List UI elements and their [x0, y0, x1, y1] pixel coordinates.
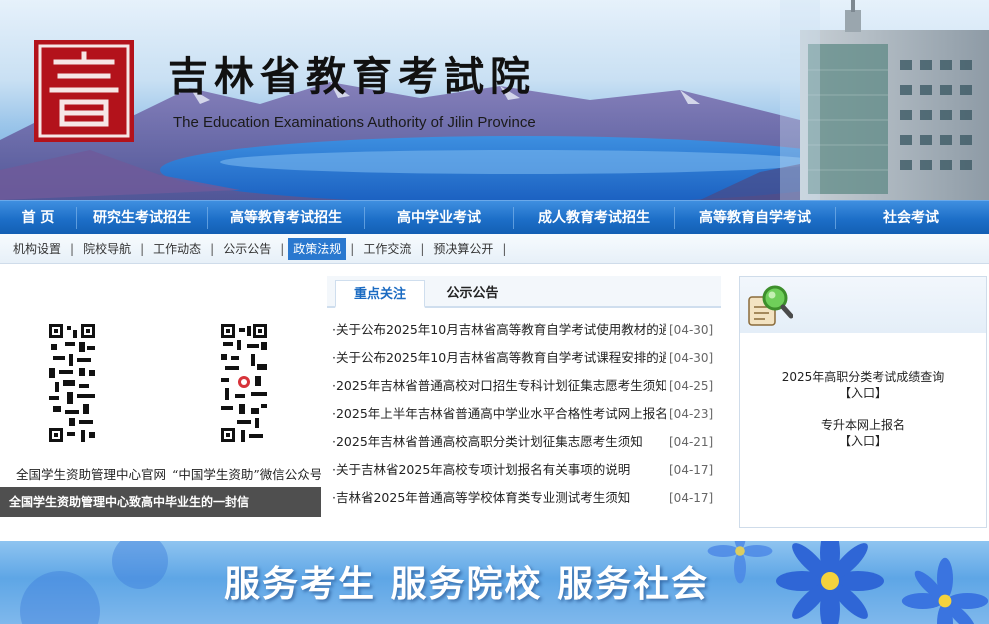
- nav-higher-education-exam[interactable]: 高等教育考试招生: [208, 201, 364, 235]
- news-date: [04-17]: [669, 463, 714, 477]
- news-tabs: 重点关注 公示公告: [327, 276, 721, 308]
- qr-left-caption: 全国学生资助管理中心官网: [16, 467, 167, 482]
- main-navigation: 首 页 研究生考试招生 高等教育考试招生 高中学业考试 成人教育考试招生 高等教…: [0, 200, 989, 234]
- flower-icon: [776, 541, 884, 624]
- magnifier-document-icon: [748, 285, 793, 326]
- news-title[interactable]: ·关于公布2025年10月吉林省高等教育自学考试课程安排的通知: [332, 344, 666, 372]
- list-item[interactable]: ·吉林省2025年普通高等学校体育类专业测试考生须知 [04-17]: [327, 484, 721, 512]
- header-banner: 吉林省教育考試院 The Education Examinations Auth…: [0, 0, 989, 200]
- upgrade-registration-title[interactable]: 专升本网上报名: [821, 418, 905, 432]
- nav-home[interactable]: 首 页: [0, 201, 76, 235]
- news-date: [04-30]: [669, 351, 714, 365]
- sub-nav-work-exchange[interactable]: 工作交流: [358, 238, 416, 260]
- qr-slideshow[interactable]: 全国学生资助管理中心官网 “中国学生资助”微信公众号 全国学生资助管理中心致高中…: [0, 276, 321, 517]
- sub-nav-organization[interactable]: 机构设置: [8, 238, 66, 260]
- slogan-text: 服务考生 服务院校 服务社会: [224, 564, 710, 605]
- site-title-chinese: 吉林省教育考試院: [168, 53, 536, 100]
- score-query-link[interactable]: 2025年高职分类考试成绩查询 【入口】: [740, 369, 986, 401]
- score-query-entry[interactable]: 【入口】: [740, 385, 986, 401]
- tab-announcements[interactable]: 公示公告: [435, 280, 510, 308]
- news-date: [04-23]: [669, 407, 714, 421]
- qr-code-icon: [221, 324, 267, 442]
- news-title[interactable]: ·关于公布2025年10月吉林省高等教育自学考试使用教材的通知: [332, 316, 666, 344]
- news-date: [04-17]: [669, 491, 714, 505]
- news-title[interactable]: ·关于吉林省2025年高校专项计划报名有关事项的说明: [332, 456, 666, 484]
- page: 吉林省教育考試院 The Education Examinations Auth…: [0, 0, 989, 624]
- slogan-banner: 服务考生 服务院校 服务社会: [0, 541, 989, 624]
- sub-nav-separator: |: [70, 241, 75, 256]
- nav-high-school-exam[interactable]: 高中学业考试: [365, 201, 513, 235]
- news-title[interactable]: ·2025年吉林省普通高校对口招生专科计划征集志愿考生须知: [332, 372, 666, 400]
- nav-social-exam[interactable]: 社会考试: [836, 201, 986, 235]
- list-item[interactable]: ·关于公布2025年10月吉林省高等教育自学考试使用教材的通知 [04-30]: [327, 316, 721, 344]
- sub-nav-separator: |: [140, 241, 145, 256]
- nav-self-study-exam[interactable]: 高等教育自学考试: [675, 201, 835, 235]
- news-title[interactable]: ·2025年吉林省普通高校高职分类计划征集志愿考生须知: [332, 428, 666, 456]
- list-item[interactable]: ·2025年上半年吉林省普通高中学业水平合格性考试网上报名 [04-23]: [327, 400, 721, 428]
- score-query-title[interactable]: 2025年高职分类考试成绩查询: [782, 370, 945, 384]
- list-item[interactable]: ·2025年吉林省普通高校高职分类计划征集志愿考生须知 [04-21]: [327, 428, 721, 456]
- tab-key-focus[interactable]: 重点关注: [335, 280, 425, 308]
- sub-nav-separator: |: [280, 241, 285, 256]
- service-panel: 2025年高职分类考试成绩查询 【入口】 专升本网上报名 【入口】: [739, 276, 987, 528]
- list-item[interactable]: ·2025年吉林省普通高校对口招生专科计划征集志愿考生须知 [04-25]: [327, 372, 721, 400]
- sub-nav-announcements[interactable]: 公示公告: [218, 238, 276, 260]
- news-date: [04-30]: [669, 323, 714, 337]
- sub-nav-separator: |: [210, 241, 215, 256]
- service-panel-header: [740, 277, 986, 333]
- news-date: [04-21]: [669, 435, 714, 449]
- list-item[interactable]: ·关于吉林省2025年高校专项计划报名有关事项的说明 [04-17]: [327, 456, 721, 484]
- sub-navigation: 机构设置 | 院校导航 | 工作动态 | 公示公告 | 政策法规 | 工作交流 …: [0, 234, 989, 264]
- nav-adult-education-exam[interactable]: 成人教育考试招生: [514, 201, 674, 235]
- news-date: [04-25]: [669, 379, 714, 393]
- seal-logo-icon: [34, 40, 134, 142]
- sub-nav-separator: |: [502, 241, 507, 256]
- sub-nav-separator: |: [420, 241, 425, 256]
- sub-nav-work-news[interactable]: 工作动态: [148, 238, 206, 260]
- upgrade-registration-link[interactable]: 专升本网上报名 【入口】: [740, 417, 986, 449]
- news-panel: 重点关注 公示公告 ·关于公布2025年10月吉林省高等教育自学考试使用教材的通…: [327, 276, 721, 517]
- sub-nav-budget-disclosure[interactable]: 预决算公开: [428, 238, 498, 260]
- news-title[interactable]: ·吉林省2025年普通高等学校体育类专业测试考生须知: [332, 484, 666, 512]
- site-title-english: The Education Examinations Authority of …: [173, 114, 536, 131]
- news-title[interactable]: ·2025年上半年吉林省普通高中学业水平合格性考试网上报名: [332, 400, 666, 428]
- nav-graduate-exam[interactable]: 研究生考试招生: [77, 201, 207, 235]
- qr-code-icon: [49, 324, 95, 442]
- slideshow-caption[interactable]: 全国学生资助管理中心致高中毕业生的一封信: [0, 487, 321, 517]
- sub-nav-policies[interactable]: 政策法规: [288, 237, 347, 260]
- sub-nav-school-guide[interactable]: 院校导航: [78, 238, 136, 260]
- qr-right-caption: “中国学生资助”微信公众号: [172, 467, 321, 482]
- upgrade-registration-entry[interactable]: 【入口】: [740, 433, 986, 449]
- sub-nav-separator: |: [350, 241, 355, 256]
- list-item[interactable]: ·关于公布2025年10月吉林省高等教育自学考试课程安排的通知 [04-30]: [327, 344, 721, 372]
- news-list: ·关于公布2025年10月吉林省高等教育自学考试使用教材的通知 [04-30] …: [327, 316, 721, 512]
